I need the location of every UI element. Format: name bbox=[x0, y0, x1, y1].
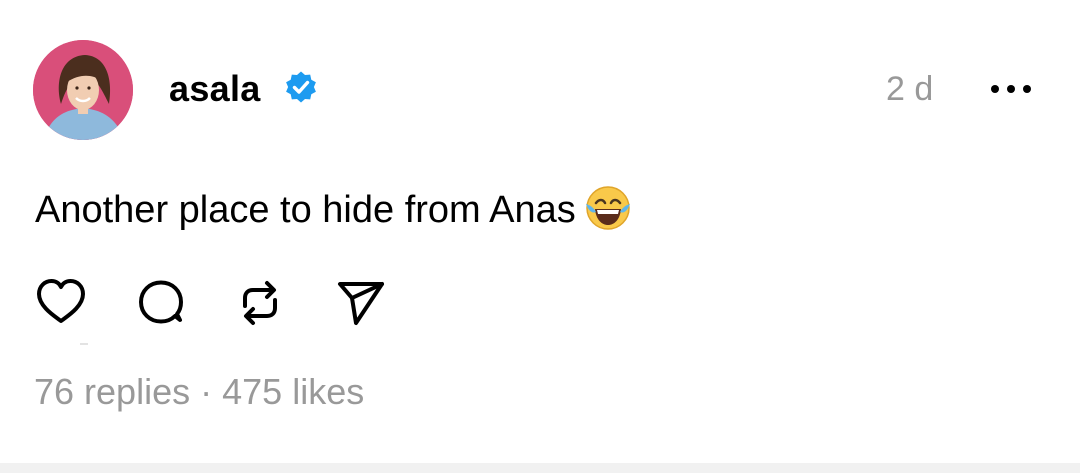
comment-bubble-icon[interactable] bbox=[134, 276, 188, 330]
stats-separator: · bbox=[200, 371, 213, 412]
thread-line-marker bbox=[80, 343, 88, 345]
likes-count[interactable]: 475 likes bbox=[222, 371, 364, 412]
post-timestamp: 2 d bbox=[886, 70, 934, 108]
post-stats: 76 replies · 475 likes bbox=[34, 370, 364, 414]
avatar[interactable] bbox=[33, 40, 133, 140]
more-options-icon[interactable] bbox=[988, 76, 1034, 102]
replies-count[interactable]: 76 replies bbox=[34, 371, 190, 412]
heart-icon[interactable] bbox=[34, 276, 88, 330]
thread-post: asala 2 d Another place to hide from Ana… bbox=[0, 0, 1080, 463]
post-text: Another place to hide from Anas bbox=[35, 189, 576, 231]
profile-photo bbox=[33, 40, 133, 140]
repost-icon[interactable] bbox=[233, 276, 287, 330]
post-body: Another place to hide from Anas bbox=[35, 184, 632, 233]
send-icon[interactable] bbox=[333, 276, 387, 330]
post-divider bbox=[0, 463, 1080, 473]
verified-badge-icon bbox=[286, 71, 316, 103]
username[interactable]: asala bbox=[169, 68, 261, 110]
face-with-tears-of-joy-emoji bbox=[585, 186, 630, 230]
